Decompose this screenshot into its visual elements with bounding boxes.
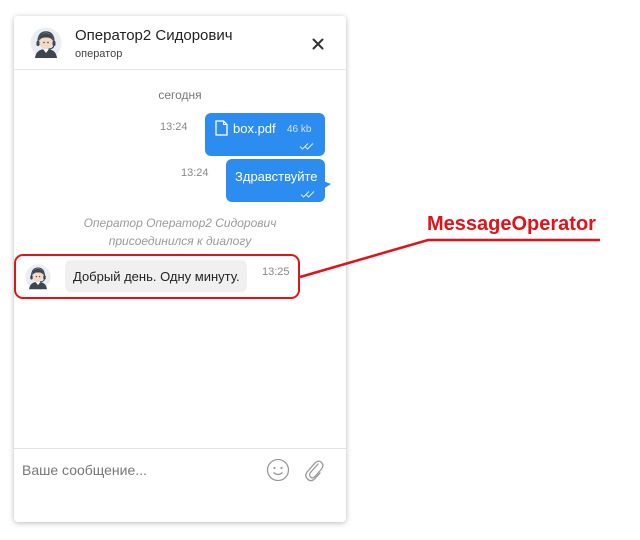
outgoing-file-message[interactable]: box.pdf 46 kb [205, 113, 325, 156]
system-notice-line: Оператор Оператор2 Сидорович [83, 216, 277, 230]
annotation-highlight-box [14, 254, 300, 299]
outgoing-text-message[interactable]: Здравствуйте [226, 159, 325, 202]
operator-role: оператор [75, 48, 123, 60]
message-time: 13:24 [181, 167, 209, 179]
smiley-icon[interactable] [266, 458, 290, 482]
chat-header: Оператор2 Сидорович оператор [14, 16, 346, 70]
operator-headset-avatar-icon [30, 27, 62, 59]
file-icon [215, 120, 228, 136]
file-name: box.pdf [233, 121, 276, 136]
composer-divider [14, 448, 346, 449]
paperclip-icon[interactable] [302, 457, 326, 483]
message-input[interactable] [22, 456, 258, 484]
operator-name: Оператор2 Сидорович [75, 27, 233, 44]
double-check-icon [300, 191, 315, 198]
system-notice: Оператор Оператор2 Сидорович присоединил… [14, 214, 346, 250]
day-separator: сегодня [158, 88, 202, 102]
double-check-icon [299, 143, 314, 150]
message-time: 13:24 [160, 121, 188, 133]
system-notice-line: присоединился к диалогу [108, 234, 252, 248]
bubble-tail [323, 181, 331, 189]
close-icon[interactable] [308, 34, 328, 54]
annotation-label: MessageOperator [427, 213, 596, 235]
message-text: Здравствуйте [235, 169, 318, 184]
file-size: 46 kb [287, 124, 312, 135]
